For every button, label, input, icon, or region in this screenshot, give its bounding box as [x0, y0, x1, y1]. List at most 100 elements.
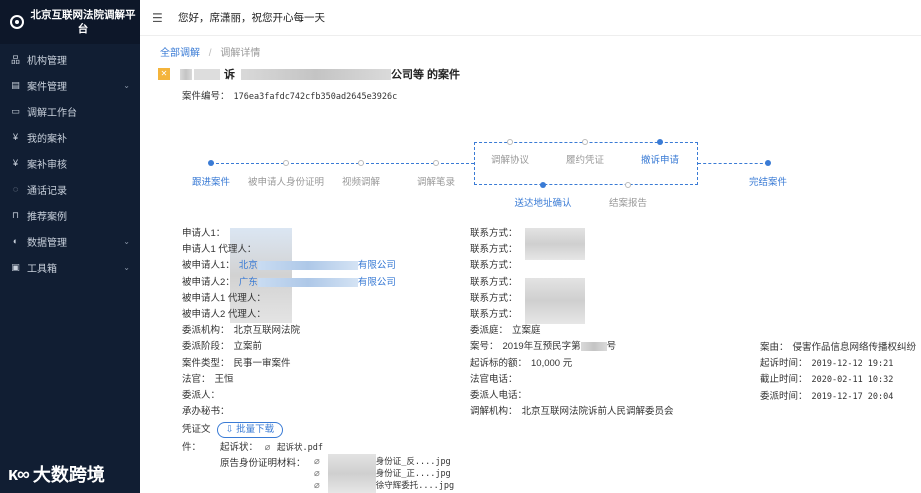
info-value: 立案庭	[512, 325, 541, 337]
info-label: 联系方式：	[470, 308, 518, 320]
timeline-line	[698, 163, 768, 164]
evidence-label-line1: 凭证文	[182, 423, 211, 435]
case-flag-icon: ✕	[158, 68, 170, 80]
breadcrumb-root-link[interactable]: 全部调解	[160, 48, 200, 59]
id-attachment-label: 原告身份证明材料：	[220, 458, 306, 470]
case-title: ✕ 诉 公司等 的案件	[158, 66, 460, 82]
id-file-link[interactable]: 身份证_反....jpg	[376, 457, 451, 467]
info-row: 案号： 2019年互预民字第 号	[470, 339, 674, 355]
breadcrumb-current: 调解详情	[220, 48, 261, 59]
watermark-text: 大数跨境	[32, 465, 105, 485]
sidebar-item-label: 机构管理	[27, 55, 67, 67]
info-label: 委派机构：	[182, 325, 230, 337]
sidebar-item-label: 调解工作台	[27, 107, 77, 119]
sidebar-item-label: 通话记录	[27, 185, 67, 197]
info-value[interactable]: 广东	[239, 277, 258, 288]
sidebar-item[interactable]: ⊓ 推荐案例	[0, 202, 140, 228]
info-value: 10,000 元	[531, 357, 573, 369]
info-value: 王恒	[214, 373, 234, 385]
info-value: 2019年互预民字第	[502, 341, 581, 353]
timeline-node	[582, 139, 588, 145]
info-label: 申请人1 代理人：	[182, 244, 257, 256]
sidebar-item[interactable]: 品机构管理	[0, 46, 140, 72]
info-row: 被申请人2： 广东 有限公司	[182, 275, 396, 291]
info-row: 申请人1：	[182, 226, 396, 242]
sidebar-item[interactable]: ¥ 我的案补	[0, 124, 140, 150]
menu-toggle-icon[interactable]: ☰	[152, 11, 164, 25]
info-row: 委派庭： 立案庭	[470, 323, 674, 339]
audit-icon: ¥	[12, 158, 18, 168]
sidebar-item[interactable]: ◌ 通话记录	[0, 176, 140, 202]
sidebar-item[interactable]: ¥ 案补审核	[0, 150, 140, 176]
progress-timeline: 跟进案件 被申请人身份证明 视频调解 调解笔录 完结案件 调解协议 履约凭证 撤诉申请送达地址…	[140, 132, 921, 212]
batch-download-button[interactable]: ⇩ 批量下载	[216, 422, 284, 438]
info-label: 委派人：	[182, 389, 221, 401]
timeline-step-label[interactable]: 调解笔录	[417, 174, 455, 188]
info-value[interactable]: 北京	[239, 260, 258, 271]
info-value: 2019-12-17 20:04	[811, 391, 894, 402]
info-label: 案号：	[470, 341, 499, 353]
paperclip-icon: ⌀	[314, 468, 320, 479]
info-label: 法官：	[182, 373, 211, 385]
timeline-step-label[interactable]: 跟进案件	[192, 174, 230, 188]
info-row: 起诉时间： 2019-12-12 19:21	[760, 356, 916, 372]
info-row: 委派时间： 2019-12-17 20:04	[760, 389, 916, 405]
id-file-link[interactable]: 身份证_正....jpg	[376, 469, 451, 479]
info-value: 2019-12-12 19:21	[811, 359, 894, 370]
info-value-suffix[interactable]: 有限公司	[358, 260, 396, 271]
sidebar-item[interactable]: ▭ 调解工作台	[0, 98, 140, 124]
watermark-icon: ᴋ∞	[8, 463, 30, 484]
sidebar-item[interactable]: ▣ 工具箱 ⌄	[0, 254, 140, 280]
info-row: 承办秘书：	[182, 404, 396, 420]
timeline-node	[657, 139, 663, 145]
sidebar-item[interactable]: ▤ 案件管理 ⌄	[0, 72, 140, 98]
app-root: 北京互联网法院调解平台 品机构管理 ▤ 案件管理 ⌄ ▭ 调解工作台 ¥ 我的案补 ¥ 案补审核 ◌…	[0, 0, 921, 493]
timeline-node	[283, 160, 289, 166]
info-label: 申请人1：	[182, 228, 226, 239]
info-row: 申请人1 代理人：	[182, 242, 396, 258]
download-icon: ⇩	[225, 424, 234, 435]
sidebar: 北京互联网法院调解平台 品机构管理 ▤ 案件管理 ⌄ ▭ 调解工作台 ¥ 我的案补 ¥ 案补审核 ◌…	[0, 0, 140, 493]
info-value: 北京互联网法院诉前人民调解委员会	[521, 406, 674, 418]
info-label: 联系方式：	[470, 244, 518, 256]
sidebar-item-label: 案补审核	[27, 159, 67, 171]
timeline-step-label[interactable]: 结案报告	[609, 195, 647, 209]
info-value-suffix[interactable]: 有限公司	[358, 277, 396, 288]
info-label: 被申请人2 代理人：	[182, 308, 266, 320]
info-row: 联系方式：	[470, 275, 674, 291]
redacted-text	[580, 342, 607, 352]
main-content: 全部调解 / 调解详情 ✕ 诉 公司等 的案件 案件编号： 176ea3fafdc…	[140, 36, 921, 493]
redacted-text	[194, 68, 220, 80]
chat-icon: ◌	[12, 184, 19, 194]
id-file-item: ⌀ 身份证_反....jpg	[310, 456, 451, 468]
case-icon: ▤	[11, 79, 20, 90]
timeline-step-label[interactable]: 履约凭证	[566, 152, 604, 166]
chevron-down-icon: ⌄	[123, 80, 130, 90]
info-label: 案件类型：	[182, 357, 230, 369]
info-label: 起诉标的额：	[470, 357, 528, 369]
timeline-step-label[interactable]: 被申请人身份证明	[248, 174, 324, 188]
batch-download-label: 批量下载	[236, 424, 275, 435]
info-row: 联系方式：	[470, 226, 674, 242]
timeline-step-label[interactable]: 送达地址确认	[514, 195, 571, 209]
info-label: 委派人电话：	[470, 389, 528, 401]
sidebar-item-label: 推荐案例	[27, 211, 67, 223]
timeline-step-label[interactable]: 撤诉申请	[641, 152, 679, 166]
paperclip-icon: ⌀	[264, 442, 271, 453]
greeting-text: 您好，席潇丽，祝您开心每一天	[178, 12, 325, 24]
timeline-node	[765, 160, 771, 166]
id-file-link[interactable]: 徐守辉委托....jpg	[376, 481, 454, 491]
timeline-step-label[interactable]: 调解协议	[491, 152, 529, 166]
brand[interactable]: 北京互联网法院调解平台	[0, 0, 140, 44]
info-label: 联系方式：	[470, 276, 518, 288]
info-row: 委派机构： 北京互联网法院	[182, 323, 396, 339]
timeline-step-label[interactable]: 完结案件	[749, 174, 787, 188]
info-value: 侵害作品信息网络传播权纠纷	[792, 342, 917, 353]
complaint-file-link[interactable]: 起诉状.pdf	[277, 443, 323, 453]
timeline-step-label[interactable]: 视频调解	[342, 174, 380, 188]
complaint-attachment: 起诉状： ⌀ 起诉状.pdf	[220, 442, 323, 454]
info-row: 委派阶段： 立案前	[182, 339, 396, 355]
chevron-down-icon: ⌄	[123, 262, 130, 272]
info-label: 调解机构：	[470, 406, 518, 418]
sidebar-item[interactable]: ◐ 数据管理 ⌄	[0, 228, 140, 254]
